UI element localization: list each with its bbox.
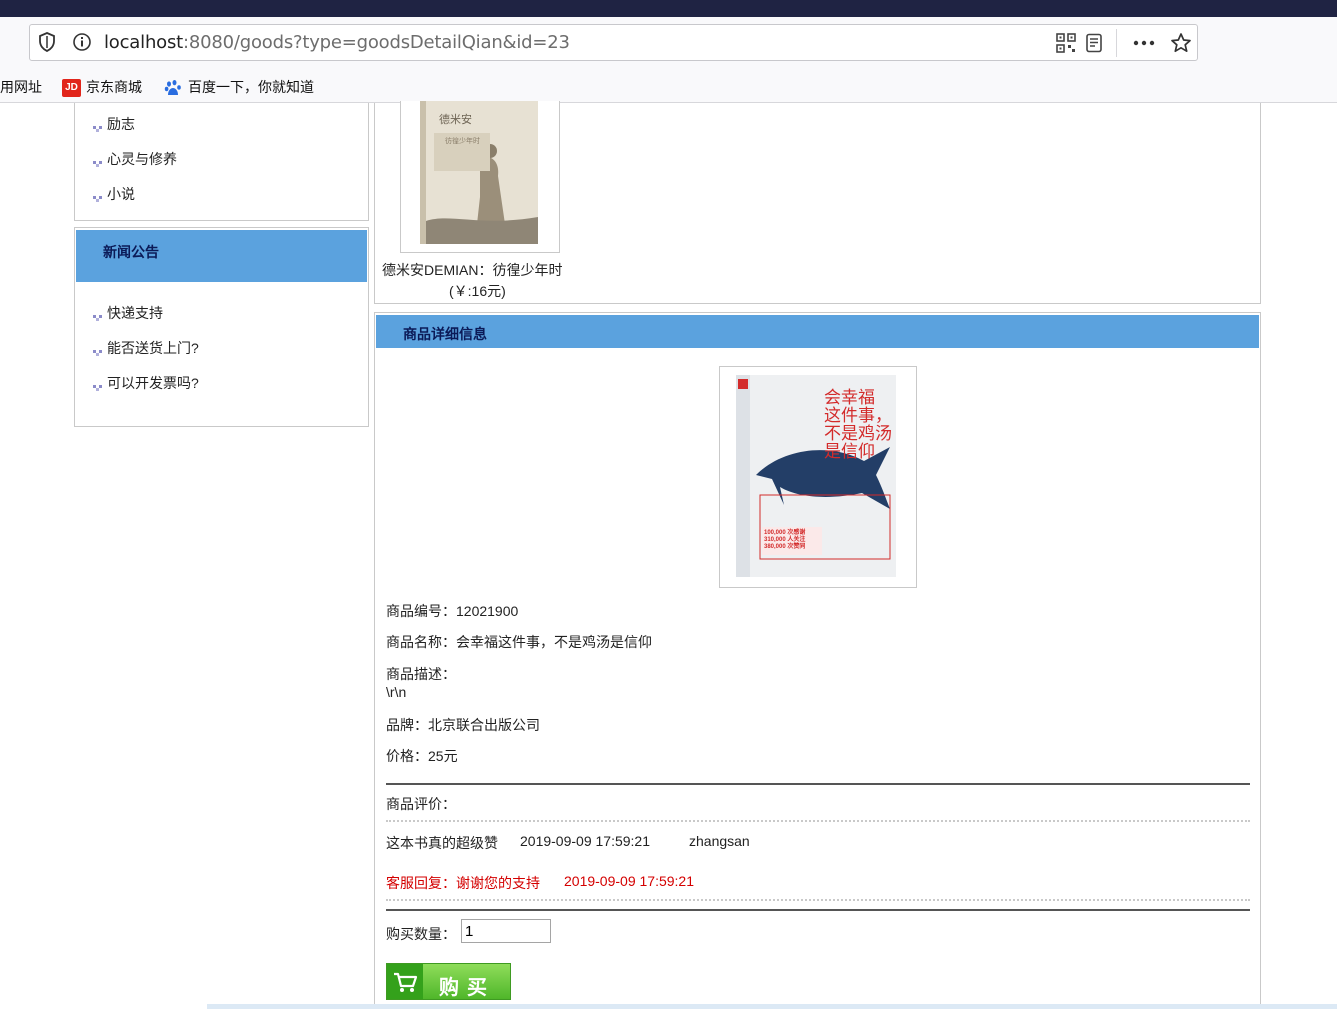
cover-stat: 100,000 次感谢 <box>764 530 806 536</box>
bullet-icon <box>93 196 102 202</box>
product-desc-label: 商品描述： <box>386 666 456 682</box>
news-item[interactable]: 可以开发票吗? <box>93 373 199 393</box>
bookmark-star-icon[interactable] <box>1170 32 1192 58</box>
review-user: zhangsan <box>689 833 750 849</box>
cover-title-line: 不是鸡汤 <box>824 424 892 443</box>
dotted-divider <box>386 899 1250 901</box>
bullet-icon <box>93 161 102 167</box>
product-desc-value: \r\n <box>386 684 407 700</box>
category-label: 小说 <box>107 186 135 202</box>
address-bar[interactable]: localhost:8080/goods?type=goodsDetailQia… <box>29 24 1198 61</box>
review-text: 这本书真的超级赞 <box>386 835 498 851</box>
more-actions-icon[interactable] <box>1132 33 1156 57</box>
bookmark-baidu[interactable]: 百度一下，你就知道 <box>164 76 314 98</box>
bookmark-common-sites[interactable]: 常用网址 <box>0 76 42 98</box>
detail-header: 商品详细信息 <box>376 315 1259 348</box>
buy-button-label: 购买 <box>439 977 495 999</box>
bullet-icon <box>93 126 102 132</box>
cover-stats-block: 100,000 次感谢 310,000 人关注 380,000 次赞同 <box>764 530 805 551</box>
detail-panel: 商品详细信息 会幸福 这件事， 不是鸡汤 是信仰 100,000 次感谢 310… <box>374 312 1261 1009</box>
bullet-icon <box>93 315 102 321</box>
dotted-divider <box>386 820 1250 822</box>
cover-stat: 380,000 次赞同 <box>764 544 806 550</box>
recommend-cover-subtitle: 彷徨少年时 <box>445 138 480 145</box>
category-item[interactable]: 小说 <box>93 184 135 204</box>
quantity-label: 购买数量： <box>386 926 456 942</box>
bookmark-jd[interactable]: JD 京东商城 <box>62 76 142 98</box>
category-label: 心灵与修养 <box>107 151 177 167</box>
news-box: 新闻公告 快递支持 能否送货上门? 可以开发票吗? <box>74 227 369 427</box>
shield-icon[interactable] <box>38 32 56 56</box>
cover-title-line: 会幸福 <box>824 388 875 407</box>
reply-text: 客服回复：谢谢您的支持 <box>386 875 540 891</box>
cover-stat: 310,000 人关注 <box>764 537 806 543</box>
cover-title-block: 会幸福 这件事， 不是鸡汤 是信仰 <box>824 389 892 461</box>
window-title-bar <box>0 0 1337 17</box>
toolbar-divider <box>1116 29 1117 57</box>
browser-toolbar: localhost:8080/goods?type=goodsDetailQia… <box>0 17 1337 103</box>
divider <box>386 909 1250 911</box>
jd-logo-icon: JD <box>62 79 81 98</box>
review-label: 商品评价： <box>386 796 456 812</box>
recommend-book-frame[interactable]: 德米安 彷徨少年时 <box>400 101 560 253</box>
product-image-frame[interactable]: 会幸福 这件事， 不是鸡汤 是信仰 100,000 次感谢 310,000 人关… <box>719 366 917 588</box>
category-item[interactable]: 心灵与修养 <box>93 149 177 169</box>
recommend-book-price: (￥:16元) <box>449 283 506 299</box>
qr-code-icon[interactable] <box>1056 33 1076 57</box>
news-label: 可以开发票吗? <box>107 375 199 391</box>
divider <box>386 783 1250 785</box>
url-text[interactable]: localhost:8080/goods?type=goodsDetailQia… <box>104 32 570 53</box>
horizontal-scrollbar[interactable] <box>207 1004 1337 1009</box>
bookmark-baidu-label: 百度一下，你就知道 <box>188 79 314 95</box>
quantity-input[interactable] <box>461 919 551 943</box>
info-icon[interactable] <box>72 32 92 56</box>
news-label: 能否送货上门? <box>107 340 199 356</box>
url-host: localhost <box>104 32 183 53</box>
news-header: 新闻公告 <box>76 230 367 282</box>
reader-view-icon[interactable] <box>1084 33 1104 57</box>
news-item[interactable]: 快递支持 <box>93 303 163 323</box>
bullet-icon <box>93 385 102 391</box>
reply-time: 2019-09-09 17:59:21 <box>564 873 694 889</box>
baidu-paw-icon <box>164 80 181 96</box>
bookmark-jd-label: 京东商城 <box>86 79 142 95</box>
detail-title: 商品详细信息 <box>403 326 487 342</box>
product-brand: 品牌：北京联合出版公司 <box>386 717 540 733</box>
buy-button[interactable]: 购买 <box>386 963 511 1000</box>
category-item[interactable]: 励志 <box>93 114 135 134</box>
product-price: 价格：25元 <box>386 748 458 764</box>
bullet-icon <box>93 350 102 356</box>
cart-icon <box>387 964 423 999</box>
category-label: 励志 <box>107 116 135 132</box>
review-time: 2019-09-09 17:59:21 <box>520 833 650 849</box>
bookmarks-bar: 常用网址 JD 京东商城 百度一下，你就知道 <box>0 75 1337 101</box>
recommend-panel: 德米安 彷徨少年时 德米安DEMIAN：彷徨少年时 (￥:16元) <box>374 101 1261 304</box>
url-path: :8080/goods?type=goodsDetailQian&id=23 <box>183 32 570 53</box>
cover-title-line: 这件事， <box>824 406 892 425</box>
news-title: 新闻公告 <box>103 244 159 260</box>
news-item[interactable]: 能否送货上门? <box>93 338 199 358</box>
news-label: 快递支持 <box>107 305 163 321</box>
recommend-book-title[interactable]: 德米安DEMIAN：彷徨少年时 <box>382 260 562 280</box>
product-id: 商品编号：12021900 <box>386 603 519 619</box>
cover-title-line: 是信仰 <box>824 442 875 461</box>
category-box: 励志 心灵与修养 小说 <box>74 103 369 221</box>
recommend-cover-title: 德米安 <box>439 114 472 126</box>
product-name: 商品名称：会幸福这件事，不是鸡汤是信仰 <box>386 634 652 650</box>
